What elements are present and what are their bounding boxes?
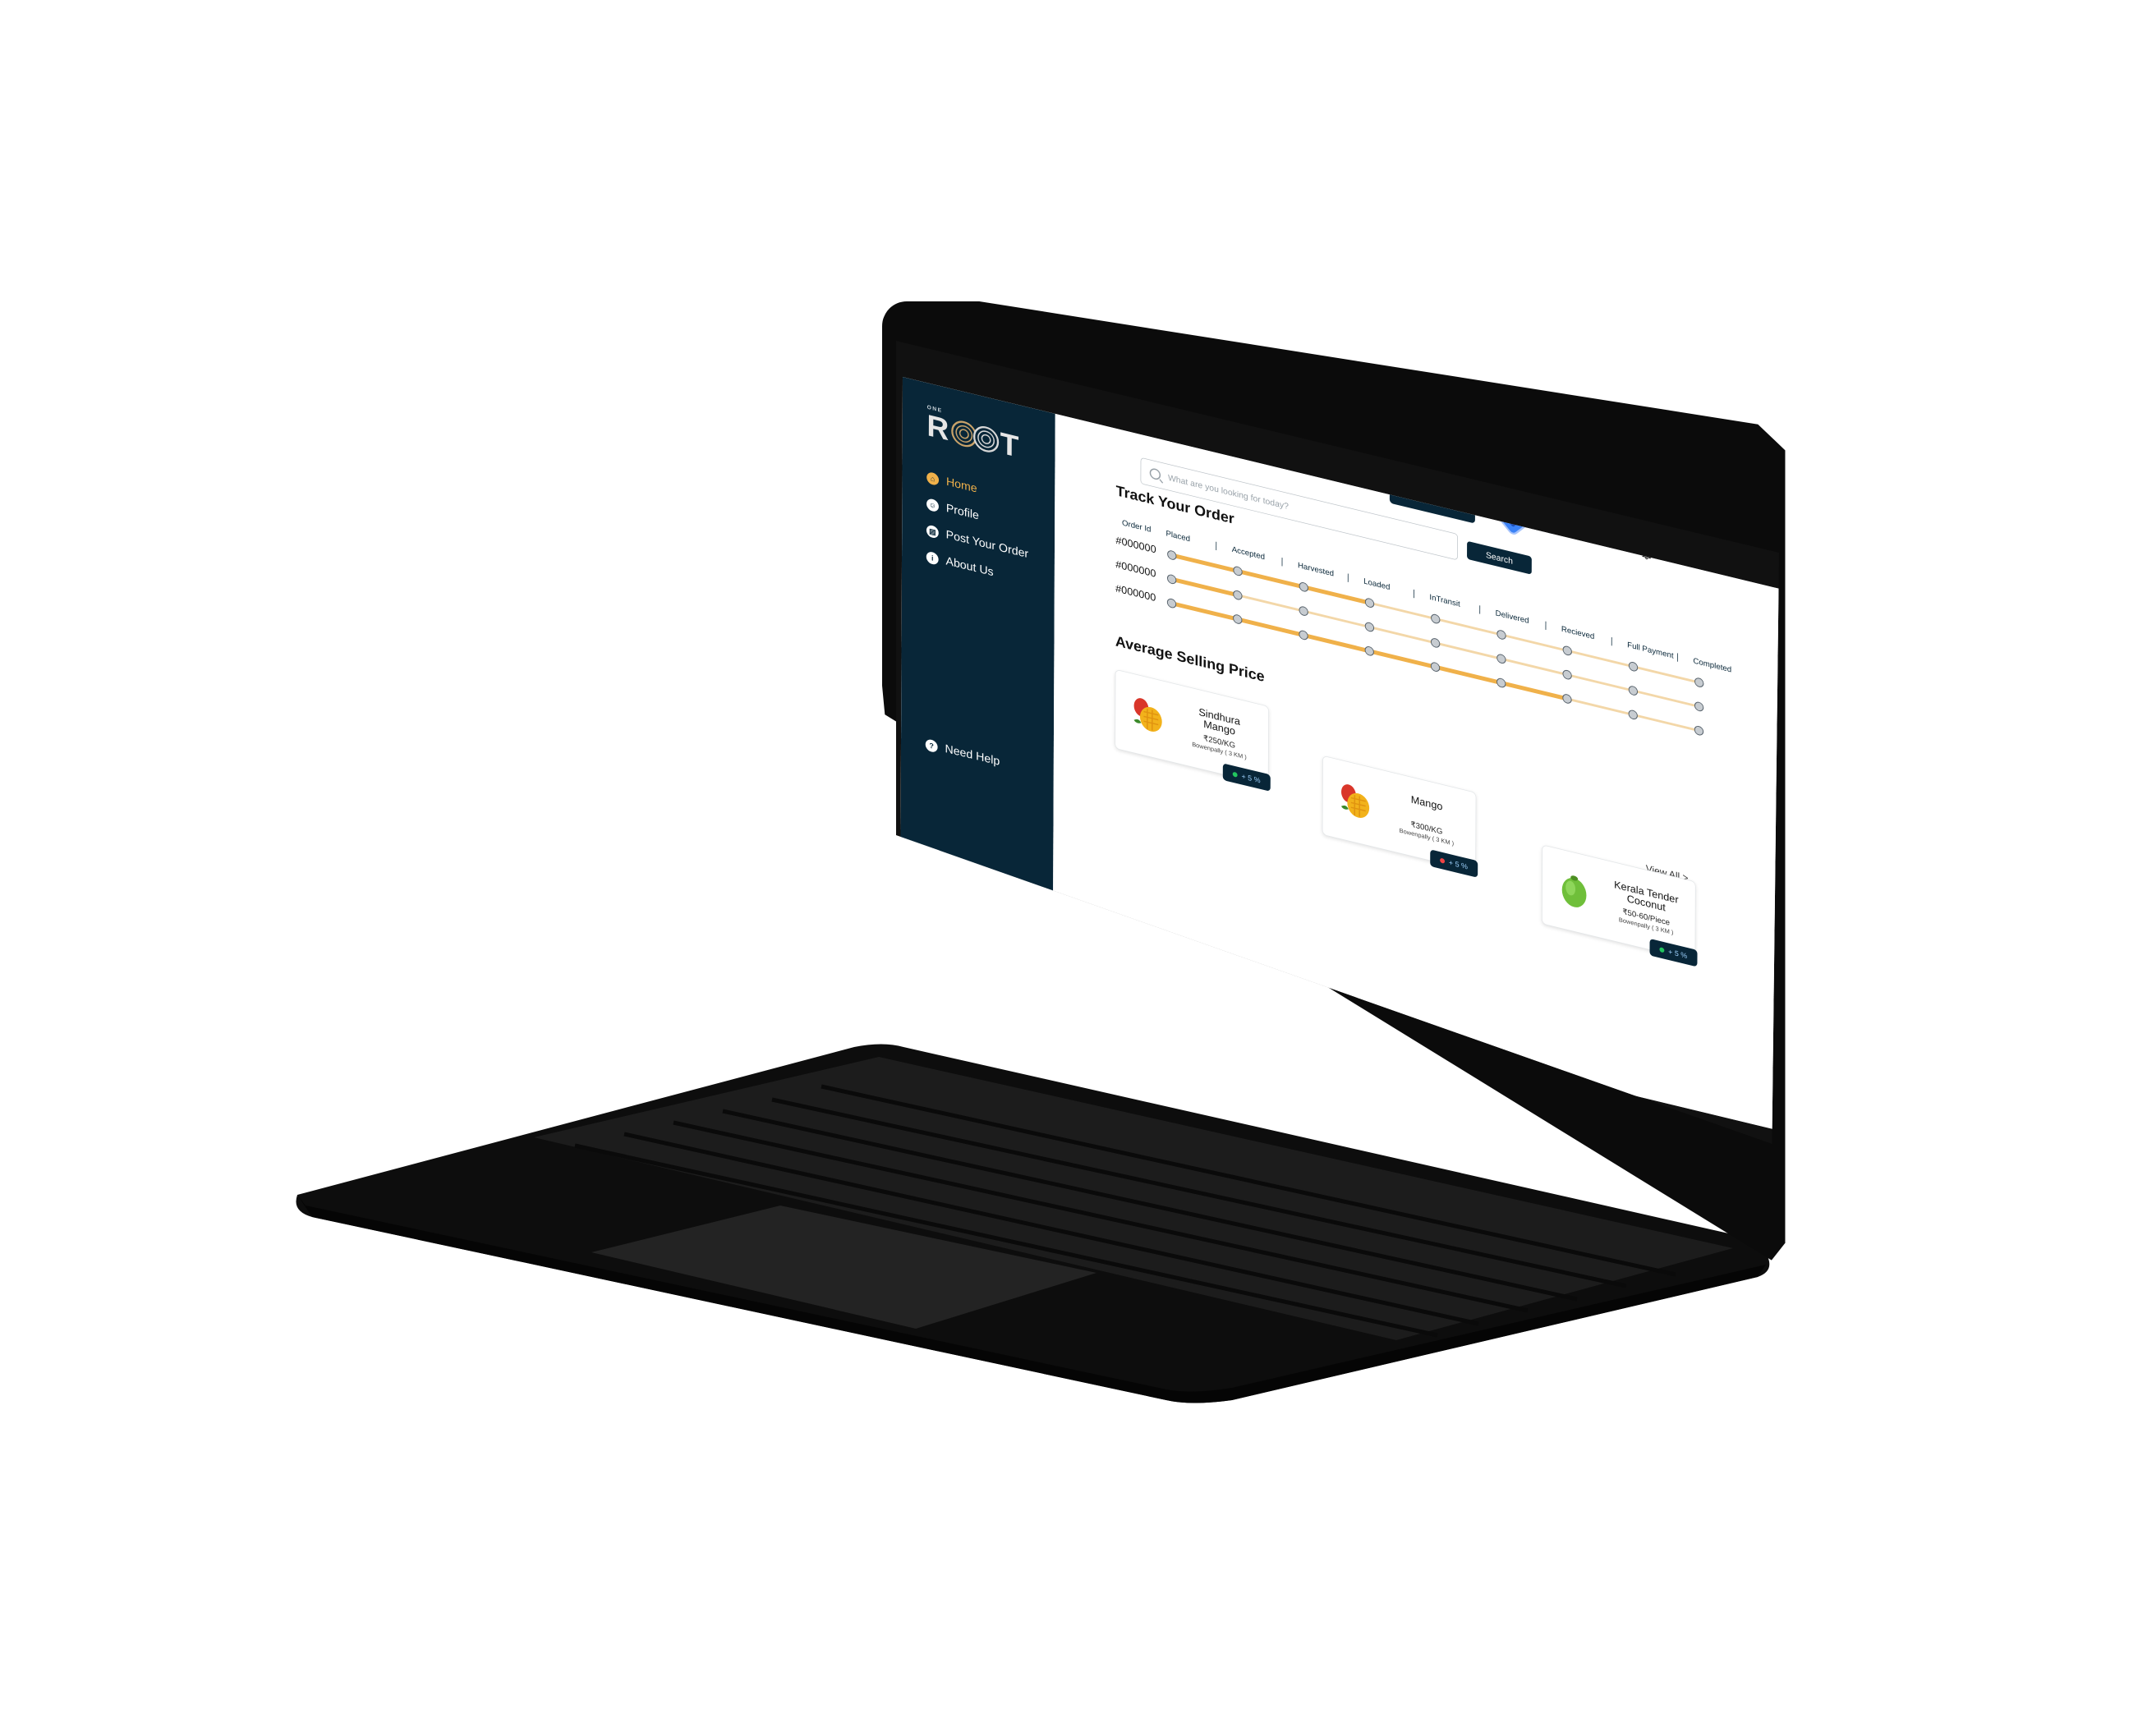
stage-node [1562,645,1572,656]
stage-node [1299,582,1308,592]
stage-separator [1347,573,1349,582]
stage-node [1430,662,1441,672]
stage-node [1694,677,1704,687]
stage-header: Loaded [1363,576,1391,592]
stage-separator [1677,653,1678,662]
info-icon: i [926,550,939,566]
stage-node [1299,606,1308,616]
search-icon [1149,467,1161,481]
company-logo-icon [1500,508,1526,535]
stage-node [1496,654,1506,664]
product-card[interactable]: Mango ₹300/KG Bowenpally ( 3 KM ) + 5 % [1322,755,1478,878]
stage-separator [1281,558,1283,567]
progress-track-fill [1171,576,1238,598]
trend-down-icon [1440,857,1446,864]
price-change-badge: + 5 % [1430,849,1478,878]
stage-node [1694,725,1704,736]
stage-node [1364,622,1375,632]
need-help-link[interactable]: ? Need Help [925,737,1000,769]
home-icon: ⌂ [926,471,940,487]
stage-node [1166,574,1177,585]
price-change-value: + 5 % [1241,771,1261,785]
coconut-icon [1555,866,1594,914]
stage-node [1166,598,1177,609]
stage-separator [1479,605,1481,614]
price-change-value: + 5 % [1668,947,1688,961]
sidebar-item-label: About Us [945,554,994,579]
stage-node [1628,661,1639,672]
stage-node [1496,677,1506,688]
stage-node [1364,646,1374,656]
sidebar-item-label: Profile [945,502,979,523]
trend-up-icon [1659,947,1665,953]
stage-node [1167,550,1177,560]
stage-node [1364,598,1375,608]
stage-node [1299,630,1308,641]
mango-icon [1128,691,1167,738]
stage-node [1496,630,1506,640]
stage-separator [1545,621,1547,631]
document-icon: ▤ [926,524,939,540]
company-name: VPPL [1529,520,1553,536]
stage-node [1562,669,1572,680]
stage-header: Placed [1165,528,1191,544]
logo-letter-left: R [926,407,950,448]
help-icon: ? [925,738,938,754]
stage-node [1430,638,1441,648]
sidebar-item-label: Home [945,475,977,496]
price-change-badge: + 5 % [1222,763,1271,792]
search-button[interactable]: Search [1467,540,1532,575]
stage-node [1233,590,1243,600]
stage-node [1562,694,1572,704]
stage-node [1431,613,1441,624]
stage-node [1628,686,1639,696]
stage-separator [1611,636,1612,646]
stage-node [1628,710,1638,720]
stage-node [1694,701,1704,712]
logo-letter-right: T [1000,425,1021,465]
place-order-button[interactable]: Place Order [1389,476,1476,524]
stage-node [1233,566,1243,576]
mango-icon [1335,777,1374,824]
notification-bell-icon[interactable] [1641,548,1652,561]
product-card[interactable]: Sindhura Mango ₹250/KG Bowenpally ( 3 KM )… [1115,668,1271,792]
price-change-badge: + 5 % [1649,938,1698,967]
user-icon: ☺ [926,498,939,513]
sidebar-nav: ⌂ Home ☺ Profile ▤ Post Your Order i Abo… [926,464,1029,595]
product-name: Mango [1410,793,1443,813]
brand-logo: ONE R T [926,404,1021,465]
trend-up-icon [1233,771,1239,778]
stage-node [1233,614,1243,624]
product-card[interactable]: Kerala Tender Coconut ₹50-60/Piece Bowenpa… [1541,844,1698,967]
need-help-label: Need Help [945,742,1000,769]
price-change-value: + 5 % [1448,857,1468,871]
company-profile[interactable]: VPPL [1500,508,1553,540]
